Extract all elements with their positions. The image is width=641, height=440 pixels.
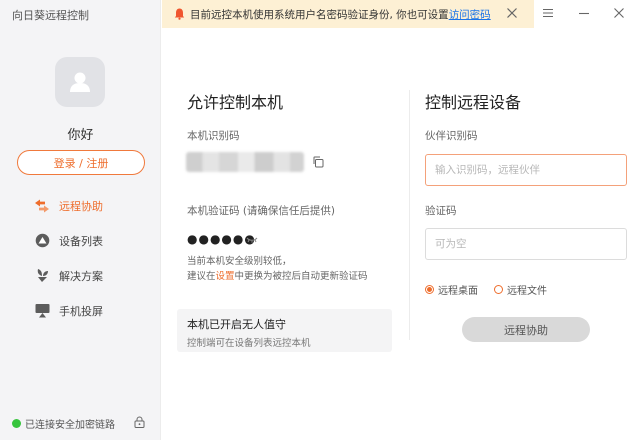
- hint-text: 中更换为被控后自动更新验证码: [234, 271, 368, 282]
- secure-link-status: 已连接安全加密链路: [12, 416, 115, 431]
- minimize-icon[interactable]: [578, 7, 590, 22]
- unattended-desc: 控制端可在设备列表远控本机: [187, 338, 311, 349]
- unattended-card: 本机已开启无人值守 控制端可在设备列表远控本机: [177, 309, 392, 352]
- avatar[interactable]: [55, 57, 105, 107]
- sidebar-item-device-list[interactable]: 设备列表: [0, 223, 161, 258]
- radio-label: 远程桌面: [438, 286, 478, 297]
- device-list-icon: [34, 233, 50, 249]
- sidebar-item-label: 远程协助: [59, 199, 103, 213]
- local-id-value-blurred: [186, 152, 304, 172]
- remote-assist-button[interactable]: 远程协助: [462, 317, 590, 342]
- sidebar-item-remote-assist[interactable]: 远程协助: [0, 188, 161, 223]
- remote-file-radio[interactable]: 远程文件: [494, 282, 547, 297]
- hint-text: 建议在: [187, 271, 216, 282]
- radio-selected-icon: [425, 285, 434, 294]
- eye-closed-icon[interactable]: [246, 234, 258, 247]
- security-hint-line2: 建议在设置中更换为被控后自动更新验证码: [187, 269, 368, 284]
- user-icon: [70, 72, 90, 92]
- verify-code-input[interactable]: [425, 228, 627, 260]
- radio-unselected-icon: [494, 285, 503, 294]
- copy-icon[interactable]: [312, 156, 324, 171]
- sidebar-item-label: 设备列表: [59, 234, 103, 248]
- online-status-icon: [12, 419, 21, 428]
- radio-label: 远程文件: [507, 286, 547, 297]
- remote-assist-icon: [34, 198, 50, 214]
- sidebar-nav: 远程协助 设备列表 解决方案 手机投屏: [0, 188, 161, 328]
- connection-mode-group: 远程桌面 远程文件: [425, 282, 563, 297]
- greeting: 你好: [67, 128, 94, 143]
- unattended-title: 本机已开启无人值守: [187, 318, 286, 331]
- local-code-label: 本机验证码 (请确保信任后提供): [187, 205, 336, 217]
- verify-code-label: 验证码: [425, 205, 457, 217]
- access-password-link[interactable]: 访问密码: [449, 7, 491, 22]
- local-id-label: 本机识别码: [187, 130, 240, 142]
- sidebar-item-screen-cast[interactable]: 手机投屏: [0, 293, 161, 328]
- remote-desktop-radio[interactable]: 远程桌面: [425, 282, 478, 297]
- sidebar-item-label: 解决方案: [59, 269, 103, 283]
- close-icon[interactable]: [506, 7, 518, 22]
- bell-icon: [174, 8, 185, 20]
- banner-text: 目前远控本机使用系统用户名密码验证身份, 你也可设置: [190, 8, 449, 21]
- settings-link[interactable]: 设置: [216, 271, 235, 282]
- partner-id-label: 伙伴识别码: [425, 130, 478, 142]
- panel-divider: [409, 90, 410, 340]
- app-title: 向日葵远程控制: [12, 9, 89, 22]
- sidebar: 向日葵远程控制 你好 登录 / 注册 远程协助 设备列表 解决方案 手机投屏 已…: [0, 0, 161, 440]
- partner-id-input[interactable]: [425, 154, 627, 186]
- allow-control-title: 允许控制本机: [187, 93, 284, 112]
- security-hint-line1: 当前本机安全级别较低，: [187, 256, 292, 267]
- menu-icon[interactable]: [542, 7, 554, 22]
- lock-icon[interactable]: [134, 416, 145, 431]
- solution-icon: [34, 268, 50, 284]
- control-remote-title: 控制远程设备: [425, 93, 522, 112]
- login-register-button[interactable]: 登录 / 注册: [17, 150, 145, 175]
- window-close-icon[interactable]: [613, 7, 625, 22]
- secure-link-label: 已连接安全加密链路: [25, 420, 115, 431]
- notification-banner: 目前远控本机使用系统用户名密码验证身份, 你也可设置 访问密码: [162, 0, 534, 28]
- screen-cast-icon: [34, 303, 50, 319]
- sidebar-item-label: 手机投屏: [59, 304, 103, 318]
- security-hint: 当前本机安全级别较低， 建议在设置中更换为被控后自动更新验证码: [187, 254, 368, 284]
- sidebar-item-solution[interactable]: 解决方案: [0, 258, 161, 293]
